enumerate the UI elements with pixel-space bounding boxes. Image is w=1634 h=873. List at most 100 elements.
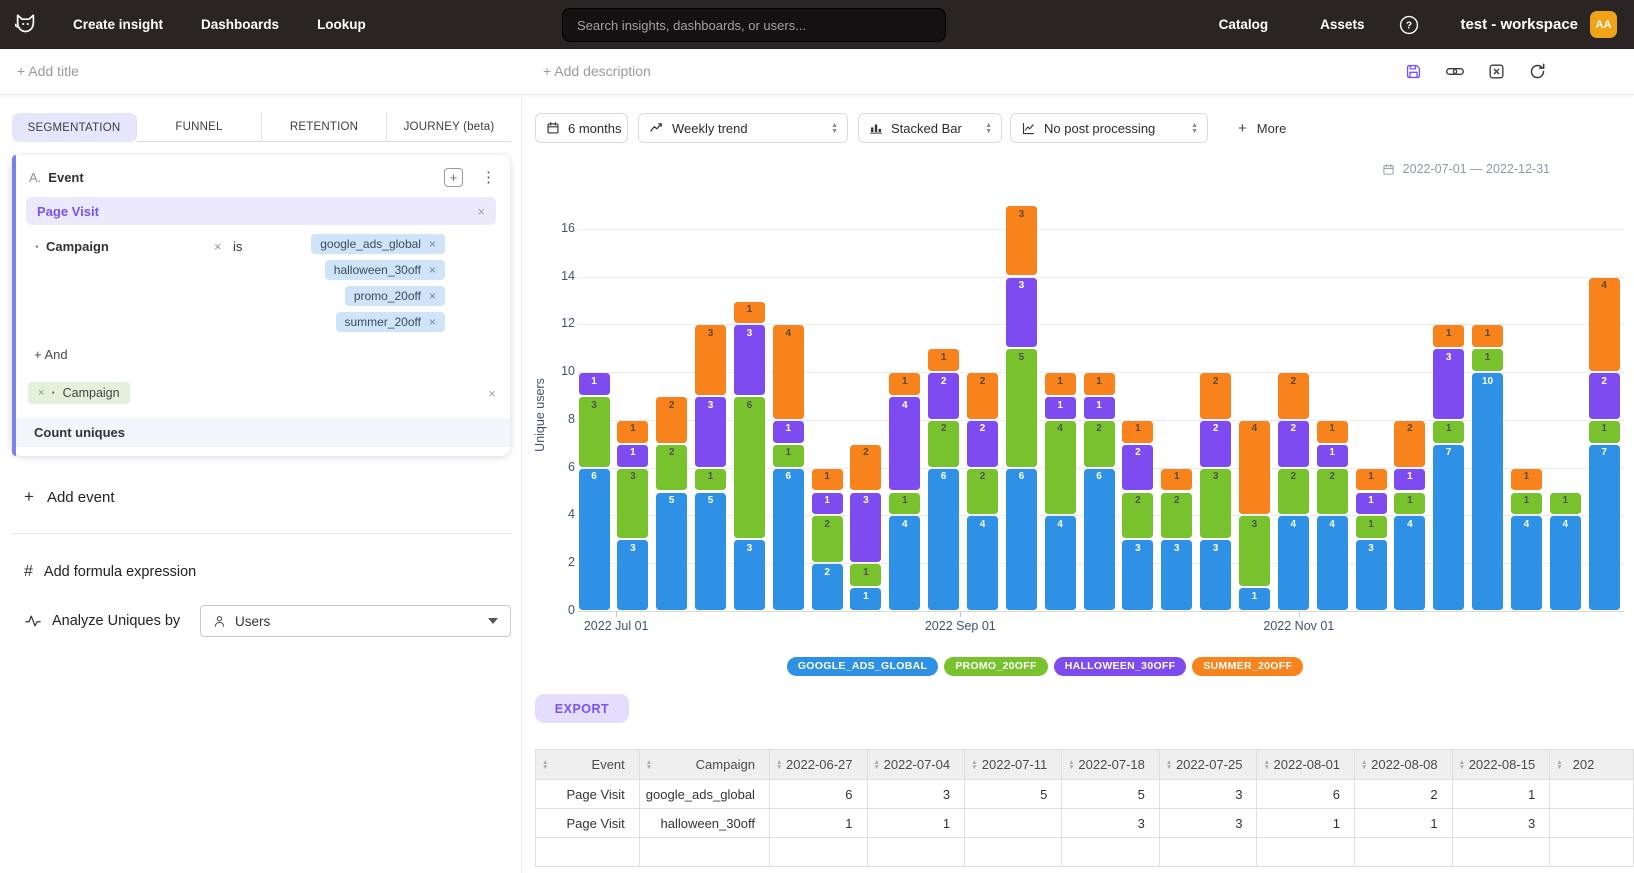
bar-segment[interactable]: 2: [928, 421, 959, 467]
bar-segment[interactable]: 4: [889, 516, 920, 609]
bar-segment[interactable]: 3: [1122, 540, 1153, 609]
avatar[interactable]: AA: [1590, 11, 1617, 38]
bar-segment[interactable]: 2: [812, 564, 843, 610]
bar-segment[interactable]: 2: [1200, 421, 1231, 467]
bar-segment[interactable]: 2: [967, 469, 998, 515]
bar-segment[interactable]: 3: [617, 540, 648, 609]
bar-segment[interactable]: 3: [1006, 278, 1037, 347]
remove-event-icon[interactable]: ×: [477, 204, 485, 219]
column-header[interactable]: ▲▼2022-07-04: [867, 750, 965, 780]
bar-segment[interactable]: 1: [1122, 421, 1153, 443]
bar-segment[interactable]: 1: [1550, 493, 1581, 515]
sort-icon[interactable]: ▲▼: [1459, 760, 1465, 770]
bar-segment[interactable]: 2: [1084, 421, 1115, 467]
bar-segment[interactable]: 3: [1200, 469, 1231, 538]
column-header[interactable]: ▲▼202: [1550, 750, 1634, 780]
duplicate-event-icon[interactable]: +: [444, 168, 463, 187]
bar-segment[interactable]: 4: [1239, 421, 1270, 514]
bar-segment[interactable]: 4: [1394, 516, 1425, 609]
bar-segment[interactable]: 4: [1278, 516, 1309, 609]
bar-segment[interactable]: 1: [773, 421, 804, 443]
bar-segment[interactable]: 3: [1006, 206, 1037, 275]
bar-segment[interactable]: 5: [695, 493, 726, 610]
bar-segment[interactable]: 3: [579, 397, 610, 466]
export-button[interactable]: EXPORT: [535, 694, 629, 723]
bar-segment[interactable]: 1: [617, 421, 648, 443]
bar-segment[interactable]: 3: [617, 469, 648, 538]
sort-icon[interactable]: ▲▼: [1166, 760, 1172, 770]
bar-segment[interactable]: 2: [656, 445, 687, 491]
sort-icon[interactable]: ▲▼: [1263, 760, 1269, 770]
add-title-button[interactable]: + Add title: [17, 63, 79, 79]
bar-segment[interactable]: 4: [1511, 516, 1542, 609]
tab-retention[interactable]: RETENTION: [262, 113, 387, 142]
column-header[interactable]: ▲▼2022-08-08: [1355, 750, 1453, 780]
cat-logo-icon[interactable]: [12, 11, 39, 38]
bar-segment[interactable]: 1: [1317, 421, 1348, 443]
bar-segment[interactable]: 1: [1433, 325, 1464, 347]
bar-segment[interactable]: 2: [928, 373, 959, 419]
sort-icon[interactable]: ▲▼: [646, 760, 652, 770]
bar-segment[interactable]: 5: [656, 493, 687, 610]
bar-segment[interactable]: 1: [1084, 397, 1115, 419]
legend-pill-halloween_30off[interactable]: HALLOWEEN_30OFF: [1054, 657, 1187, 676]
bar-segment[interactable]: 1: [1356, 469, 1387, 491]
bar-segment[interactable]: 4: [773, 325, 804, 418]
help-icon[interactable]: ?: [1398, 14, 1420, 36]
bar-segment[interactable]: 4: [889, 397, 920, 490]
aggregation-selector[interactable]: Count uniques: [16, 418, 510, 447]
bar-segment[interactable]: 2: [1200, 373, 1231, 419]
bar-segment[interactable]: 4: [1045, 516, 1076, 609]
workspace-name[interactable]: test - workspace: [1460, 16, 1578, 33]
bar-segment[interactable]: 1: [850, 564, 881, 586]
sort-icon[interactable]: ▲▼: [971, 760, 977, 770]
nav-item-assets[interactable]: Assets: [1320, 17, 1364, 32]
search-input[interactable]: [562, 8, 946, 42]
bar-segment[interactable]: 1: [812, 493, 843, 515]
bar-segment[interactable]: 3: [1239, 516, 1270, 585]
column-header[interactable]: ▲▼Campaign: [639, 750, 769, 780]
filter-value-tag[interactable]: summer_20off×: [336, 312, 446, 332]
link-icon[interactable]: [1445, 62, 1465, 81]
bar-segment[interactable]: 3: [734, 540, 765, 609]
post-processing-select[interactable]: No post processing ▲▼: [1010, 113, 1208, 143]
bar-segment[interactable]: 1: [1589, 421, 1620, 443]
bar-segment[interactable]: 1: [695, 469, 726, 491]
column-header[interactable]: ▲▼Event: [536, 750, 640, 780]
sort-icon[interactable]: ▲▼: [1556, 760, 1562, 770]
bar-segment[interactable]: 1: [1511, 469, 1542, 491]
legend-pill-google_ads_global[interactable]: GOOGLE_ADS_GLOBAL: [787, 657, 938, 676]
bar-segment[interactable]: 3: [734, 325, 765, 394]
column-header[interactable]: ▲▼2022-07-11: [965, 750, 1062, 780]
bar-segment[interactable]: 4: [1317, 516, 1348, 609]
bar-segment[interactable]: 6: [928, 469, 959, 610]
add-description-button[interactable]: + Add description: [543, 63, 651, 79]
bar-segment[interactable]: 6: [1006, 469, 1037, 610]
bar-segment[interactable]: 1: [1394, 469, 1425, 491]
bar-segment[interactable]: 3: [695, 397, 726, 466]
sort-icon[interactable]: ▲▼: [874, 760, 880, 770]
sort-icon[interactable]: ▲▼: [776, 760, 782, 770]
nav-item-lookup[interactable]: Lookup: [317, 17, 366, 32]
bar-segment[interactable]: 1: [1356, 493, 1387, 515]
bar-segment[interactable]: 3: [1200, 540, 1231, 609]
filter-property[interactable]: Campaign: [46, 239, 109, 254]
column-header[interactable]: ▲▼2022-07-18: [1062, 750, 1160, 780]
column-header[interactable]: ▲▼2022-08-01: [1257, 750, 1355, 780]
remove-breakdown-icon[interactable]: ×: [38, 387, 44, 399]
bar-segment[interactable]: 1: [579, 373, 610, 395]
bar-segment[interactable]: 1: [1239, 588, 1270, 610]
bar-segment[interactable]: 7: [1433, 445, 1464, 610]
bar-segment[interactable]: 2: [656, 397, 687, 443]
nav-item-catalog[interactable]: Catalog: [1219, 17, 1269, 32]
bar-segment[interactable]: 7: [1589, 445, 1620, 610]
bar-segment[interactable]: 1: [1472, 325, 1503, 347]
nav-item-dashboards[interactable]: Dashboards: [201, 17, 279, 32]
bar-segment[interactable]: 5: [1006, 349, 1037, 466]
bar-segment[interactable]: 3: [850, 493, 881, 562]
nav-item-create-insight[interactable]: Create insight: [73, 17, 163, 32]
bar-segment[interactable]: 2: [1278, 421, 1309, 467]
bar-segment[interactable]: 2: [812, 516, 843, 562]
sort-icon[interactable]: ▲▼: [1361, 760, 1367, 770]
bar-segment[interactable]: 3: [695, 325, 726, 394]
